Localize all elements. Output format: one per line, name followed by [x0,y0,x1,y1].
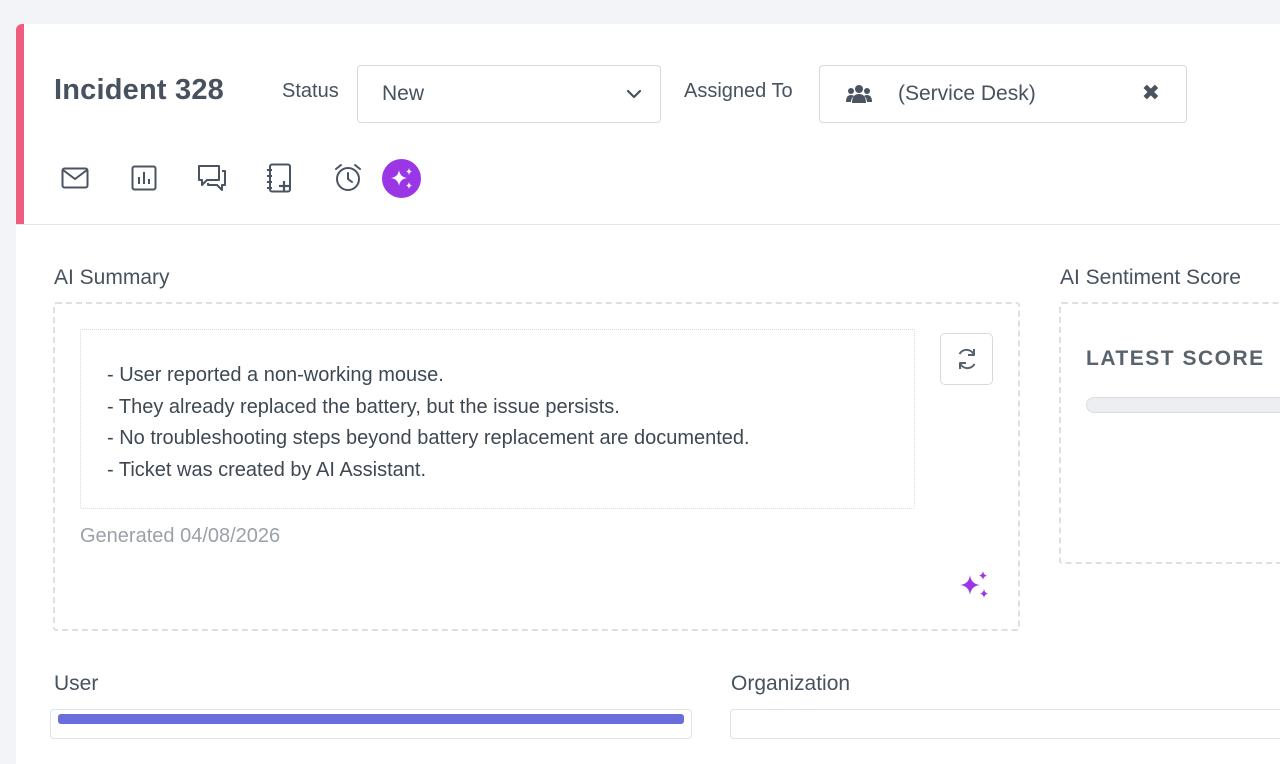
page-title: Incident 328 [54,74,225,106]
organization-field[interactable] [730,709,1280,739]
ai-summary-text-box: - User reported a non-working mouse. - T… [80,329,915,509]
user-field-highlight [58,714,684,724]
generated-date: Generated 04/08/2026 [80,525,281,547]
sentiment-score-bar [1086,397,1280,413]
header-divider [16,224,1280,225]
summary-line: - Ticket was created by AI Assistant. [107,458,427,481]
ai-sentiment-title: AI Sentiment Score [1060,266,1241,289]
chevron-down-icon [626,86,642,107]
ai-sparkle-icon [389,166,415,192]
comments-icon[interactable] [192,158,232,198]
priority-accent-bar [16,24,24,224]
summary-line: - User reported a non-working mouse. [107,364,444,386]
report-icon[interactable] [124,158,164,198]
mail-icon[interactable] [55,158,95,198]
assigned-to-value: (Service Desk) [898,82,1036,105]
ai-sparkle-icon [958,569,992,608]
status-value: New [382,82,425,105]
alarm-clock-icon[interactable] [328,158,368,198]
ai-sentiment-panel [1059,302,1280,564]
group-icon [846,83,872,105]
notebook-add-icon[interactable] [260,158,300,198]
latest-score-label: LATEST SCORE [1086,347,1265,370]
assigned-to-label: Assigned To [684,80,793,102]
user-label: User [54,672,99,695]
status-select[interactable]: New [357,65,661,123]
summary-line: - No troubleshooting steps beyond batter… [107,427,750,449]
ai-summary-title: AI Summary [54,266,170,289]
organization-label: Organization [731,672,851,695]
regenerate-summary-button[interactable] [940,333,993,385]
summary-line: - They already replaced the battery, but… [107,395,620,418]
ai-assistant-button[interactable] [382,159,421,198]
clear-assignment-icon[interactable]: ✖ [1142,80,1160,106]
refresh-icon [955,346,979,372]
assigned-to-select[interactable]: (Service Desk) ✖ [819,65,1187,123]
status-label: Status [282,80,339,102]
